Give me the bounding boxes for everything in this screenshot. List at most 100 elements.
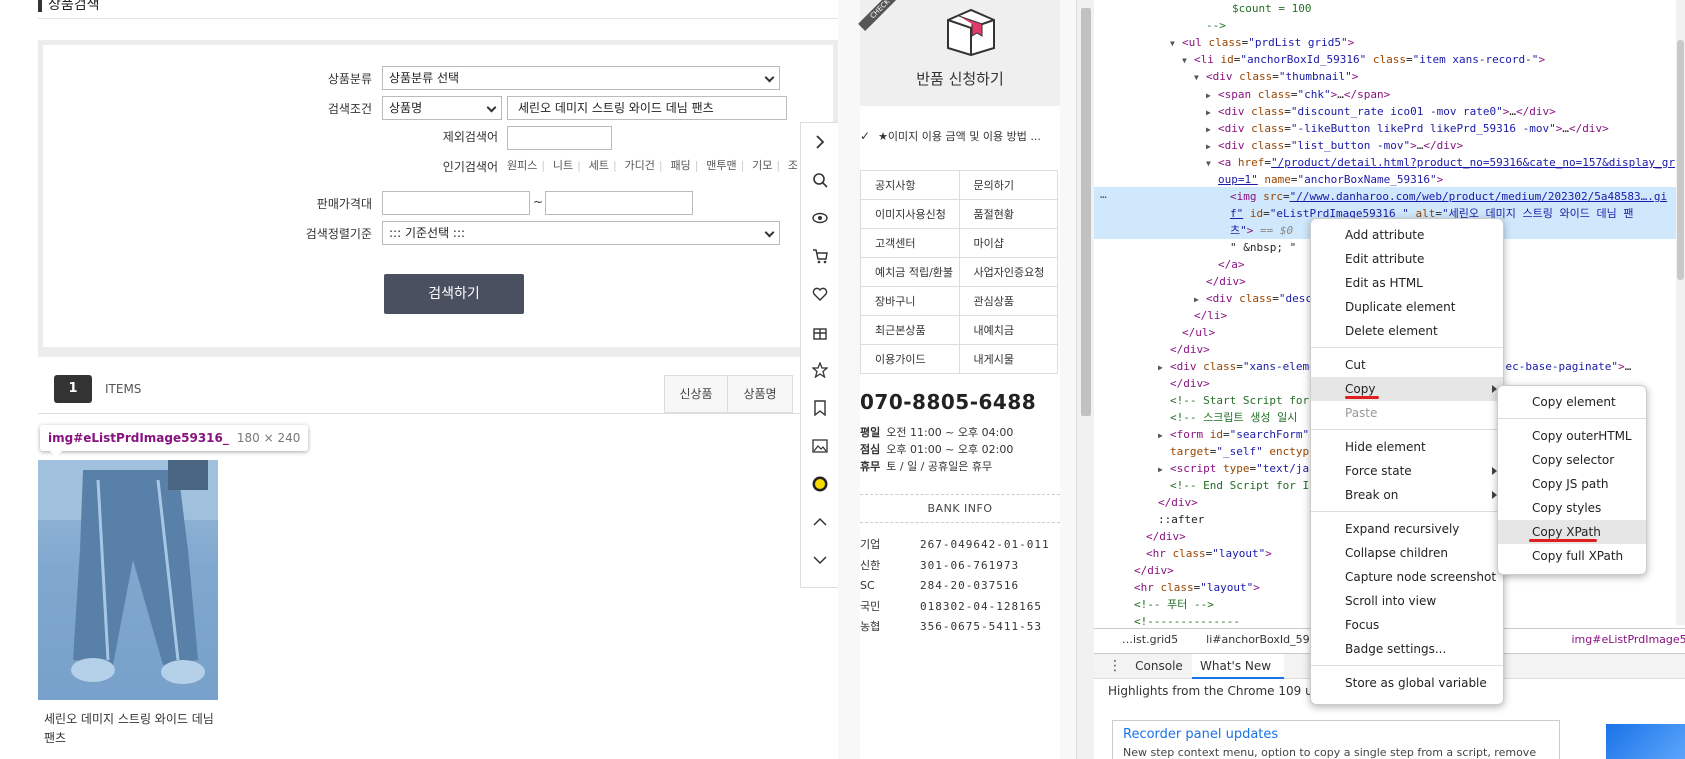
link-my-deposit[interactable]: 내예치금 xyxy=(958,315,1058,345)
link-soldout[interactable]: 품절현황 xyxy=(958,199,1058,229)
breadcrumb-item-current[interactable]: img#eListPrdImage59316_ xyxy=(1572,633,1685,646)
link-notice[interactable]: 공지사항 xyxy=(860,170,960,200)
sort-select[interactable]: ::: 기준선택 ::: xyxy=(382,221,780,245)
heart-icon[interactable] xyxy=(801,275,838,313)
menu-duplicate-element[interactable]: Duplicate element xyxy=(1311,295,1503,319)
link-myshop[interactable]: 마이샵 xyxy=(958,228,1058,258)
cart-icon[interactable] xyxy=(801,237,838,275)
menu-copy-js-path[interactable]: Copy JS path xyxy=(1498,472,1646,496)
menu-delete-element[interactable]: Delete element xyxy=(1311,319,1503,343)
menu-focus[interactable]: Focus xyxy=(1311,613,1503,637)
bookmark-icon[interactable] xyxy=(801,389,838,427)
code-line-selected[interactable]: <img src="//www.danharoo.com/web/product… xyxy=(1230,188,1667,205)
price-min-input[interactable] xyxy=(382,191,530,215)
items-label: ITEMS xyxy=(105,382,142,396)
phone-number: 070-8805-6488 xyxy=(860,390,1037,414)
code-line: <!-- Start Script for xyxy=(1170,394,1310,407)
link-guide[interactable]: 이용가이드 xyxy=(860,344,960,374)
chevron-down-icon[interactable] xyxy=(801,541,838,579)
code-line[interactable]: ▶ <div class="discount_rate ico01 -mov ra… xyxy=(1206,103,1556,120)
page-scrollbar[interactable] xyxy=(1076,0,1094,759)
code-line[interactable]: ▶ <span class="chk">…</span> xyxy=(1206,86,1390,103)
popular-tag[interactable]: 니트 xyxy=(553,159,573,172)
condition-select[interactable]: 상품명 xyxy=(382,96,502,120)
star-icon[interactable] xyxy=(801,351,838,389)
code-line[interactable]: ▶ <div class="-likeButton likePrd likePrd… xyxy=(1206,120,1609,137)
code-line[interactable]: ▼ <li id="anchorBoxId_59316" class="item … xyxy=(1182,51,1545,68)
popular-tag[interactable]: 가디건 xyxy=(625,159,655,172)
image-usage-notice[interactable]: ✓ ★이미지 이용 금액 및 이용 방법 ... xyxy=(860,128,1060,144)
recorder-update-card[interactable]: Recorder panel updates New step context … xyxy=(1112,720,1560,759)
menu-hide-element[interactable]: Hide element xyxy=(1311,435,1503,459)
kakao-icon[interactable] xyxy=(801,465,838,503)
menu-copy-full-xpath[interactable]: Copy full XPath xyxy=(1498,544,1646,568)
keyword-input[interactable]: 세린오 데미지 스트링 와이드 데님 팬츠 xyxy=(507,96,787,120)
sort-tab-new[interactable]: 신상품 xyxy=(664,375,728,413)
link-cart[interactable]: 장바구니 xyxy=(860,286,960,316)
link-my-posts[interactable]: 내게시물 xyxy=(958,344,1058,374)
popular-label: 인기검색어 xyxy=(442,160,498,174)
code-line[interactable]: ▶ <script type="text/ja xyxy=(1158,460,1309,477)
card-title[interactable]: Recorder panel updates xyxy=(1123,727,1549,742)
image-icon[interactable] xyxy=(801,427,838,465)
elements-scrollbar[interactable] xyxy=(1676,0,1685,625)
gift-icon[interactable] xyxy=(801,313,838,351)
scrollbar-thumb[interactable] xyxy=(1081,8,1091,416)
menu-break-on[interactable]: Break on xyxy=(1311,483,1503,507)
tab-whats-new[interactable]: What's New ✕ xyxy=(1192,654,1284,698)
code-line[interactable]: ▼ <a href="/product/detail.html?product_n… xyxy=(1206,154,1675,171)
eye-icon[interactable] xyxy=(801,199,838,237)
popular-tag[interactable]: 기모 xyxy=(752,159,772,172)
menu-copy-selector[interactable]: Copy selector xyxy=(1498,448,1646,472)
menu-store-as-global-variable[interactable]: Store as global variable xyxy=(1311,671,1503,695)
link-business-verify[interactable]: 사업자인증요청 xyxy=(958,257,1058,287)
chevron-right-icon[interactable] xyxy=(801,123,838,161)
link-wishlist[interactable]: 관심상품 xyxy=(958,286,1058,316)
code-line[interactable]: ▶ <div class="list_button -mov">…</div> xyxy=(1206,137,1463,154)
code-line: </div> xyxy=(1170,377,1210,390)
link-recent[interactable]: 최근본상품 xyxy=(860,315,960,345)
code-line[interactable]: ▼ <div class="thumbnail"> xyxy=(1194,68,1358,85)
menu-copy[interactable]: Copy xyxy=(1311,377,1503,401)
code-line[interactable]: ▶ <form id="searchForm" xyxy=(1158,426,1309,443)
product-name[interactable]: 세린오 데미지 스트링 와이드 데님 팬츠 xyxy=(44,710,224,748)
product-image[interactable] xyxy=(38,460,218,700)
menu-edit-as-html[interactable]: Edit as HTML xyxy=(1311,271,1503,295)
menu-copy-outerhtml[interactable]: Copy outerHTML xyxy=(1498,424,1646,448)
link-inquiry[interactable]: 문의하기 xyxy=(958,170,1058,200)
menu-add-attribute[interactable]: Add attribute xyxy=(1311,223,1503,247)
menu-edit-attribute[interactable]: Edit attribute xyxy=(1311,247,1503,271)
tab-console[interactable]: Console xyxy=(1130,654,1188,679)
exclude-input[interactable] xyxy=(507,126,612,150)
kebab-menu-icon[interactable]: ⋮ xyxy=(1108,654,1122,679)
menu-collapse-children[interactable]: Collapse children xyxy=(1311,541,1503,565)
menu-force-state[interactable]: Force state xyxy=(1311,459,1503,483)
menu-expand-recursively[interactable]: Expand recursively xyxy=(1311,517,1503,541)
link-customer-center[interactable]: 고객센터 xyxy=(860,228,960,258)
menu-copy-styles[interactable]: Copy styles xyxy=(1498,496,1646,520)
category-select[interactable]: 상품분류 선택 xyxy=(382,66,780,90)
popular-tag[interactable]: 원피스 xyxy=(507,159,537,172)
code-line[interactable]: ▶ <div class="desc xyxy=(1194,290,1312,307)
code-line[interactable]: ▼ <ul class="prdList grid5"> xyxy=(1170,34,1354,51)
menu-badge-settings[interactable]: Badge settings... xyxy=(1311,637,1503,661)
quick-toolbar xyxy=(800,122,838,588)
scrollbar-thumb[interactable] xyxy=(1677,40,1684,280)
menu-copy-element[interactable]: Copy element xyxy=(1498,390,1646,414)
menu-scroll-into-view[interactable]: Scroll into view xyxy=(1311,589,1503,613)
popular-tag[interactable]: 조끼 xyxy=(788,159,797,172)
popular-tag[interactable]: 맨투맨 xyxy=(706,159,736,172)
menu-cut[interactable]: Cut xyxy=(1311,353,1503,377)
popular-tag[interactable]: 세트 xyxy=(589,159,609,172)
breadcrumb-item[interactable]: …ist.grid5 xyxy=(1122,633,1178,646)
link-deposit-refund[interactable]: 예치금 적립/환불 xyxy=(860,257,960,287)
price-max-input[interactable] xyxy=(545,191,693,215)
menu-capture-node-screenshot[interactable]: Capture node screenshot xyxy=(1311,565,1503,589)
popular-tag[interactable]: 패딩 xyxy=(670,159,690,172)
search-button[interactable]: 검색하기 xyxy=(384,274,524,314)
search-icon[interactable] xyxy=(801,161,838,199)
link-image-request[interactable]: 이미지사용신청 xyxy=(860,199,960,229)
row-ellipsis[interactable]: … xyxy=(1100,186,1107,203)
sort-tab-name[interactable]: 상품명 xyxy=(727,375,793,413)
chevron-up-icon[interactable] xyxy=(801,503,838,541)
